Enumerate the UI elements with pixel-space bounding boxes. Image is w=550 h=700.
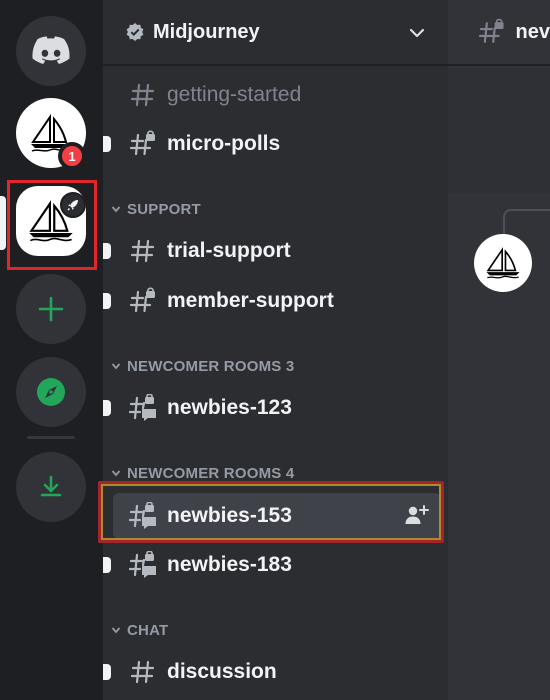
unread-indicator (103, 557, 111, 573)
chevron-down-icon[interactable] (408, 24, 426, 42)
rail-separator (27, 436, 75, 439)
channel-label: newbies-183 (167, 553, 292, 576)
hash-lock-icon (478, 18, 504, 43)
plus-icon (38, 296, 64, 322)
selected-server-indicator (0, 196, 6, 250)
channel-member-support[interactable]: member-support (103, 278, 441, 324)
channel-label: trial-support (167, 239, 291, 262)
category-newcomer-rooms-4[interactable]: NEWCOMER ROOMS 4 (111, 463, 294, 483)
channel-label: micro-polls (167, 132, 281, 155)
add-server-button[interactable] (16, 274, 86, 344)
hash-icon (130, 660, 155, 684)
server-rail: 1 (0, 0, 103, 700)
chevron-down-icon (111, 206, 121, 213)
server-header[interactable]: Midjourney (103, 0, 448, 66)
category-label: NEWCOMER ROOMS 4 (127, 464, 295, 482)
download-apps-button[interactable] (16, 452, 86, 522)
midjourney-boat-icon (486, 247, 520, 279)
verified-badge-icon (126, 23, 144, 41)
chat-title: nev (515, 20, 550, 43)
channel-newbies-123[interactable]: newbies-123 (103, 385, 441, 431)
category-label: SUPPORT (127, 200, 201, 218)
channel-label: discussion (167, 660, 277, 683)
chevron-down-icon (111, 470, 121, 477)
avatar[interactable] (474, 234, 532, 292)
category-label: NEWCOMER ROOMS 3 (127, 357, 295, 375)
hash-lock-icon (129, 130, 155, 156)
explore-servers-button[interactable] (16, 357, 86, 427)
channel-label: member-support (167, 289, 334, 312)
hash-thread-icon (129, 551, 156, 578)
unread-indicator (103, 136, 111, 152)
channel-newbies-183[interactable]: newbies-183 (103, 542, 441, 588)
channel-sidebar: Midjourney getting-started micro-polls S… (103, 0, 448, 700)
channel-label: newbies-123 (167, 396, 292, 419)
unread-indicator (103, 243, 111, 259)
hash-thread-icon (129, 394, 156, 421)
message-strip (448, 68, 550, 193)
discord-logo-icon (32, 36, 70, 64)
unread-indicator (103, 293, 111, 309)
download-icon (40, 475, 62, 497)
channel-label: getting-started (167, 83, 302, 106)
category-chat[interactable]: CHAT (111, 620, 168, 640)
channel-trial-support[interactable]: trial-support (103, 228, 441, 274)
compass-icon (37, 378, 65, 406)
category-newcomer-rooms-3[interactable]: NEWCOMER ROOMS 3 (111, 356, 294, 376)
channel-highlight-box (98, 481, 444, 543)
discord-app: 1 Midjourney getting-started micro-polls… (0, 0, 550, 700)
hash-lock-icon (129, 287, 155, 313)
unread-indicator (103, 400, 111, 416)
chat-message-area (448, 68, 550, 700)
home-button[interactable] (16, 16, 86, 86)
server-name: Midjourney (153, 20, 260, 43)
category-support[interactable]: SUPPORT (111, 199, 201, 219)
category-label: CHAT (127, 621, 169, 639)
channel-getting-started[interactable]: getting-started (113, 72, 441, 118)
unread-indicator (103, 664, 111, 680)
unread-badge: 1 (58, 142, 86, 170)
chevron-down-icon (111, 363, 121, 370)
chat-header: nev (448, 0, 550, 66)
hash-icon (130, 83, 155, 107)
channel-discussion[interactable]: discussion (103, 649, 441, 695)
chevron-down-icon (111, 627, 121, 634)
hash-icon (130, 239, 155, 263)
channel-micro-polls[interactable]: micro-polls (103, 121, 441, 167)
server-highlight-box (7, 180, 97, 270)
